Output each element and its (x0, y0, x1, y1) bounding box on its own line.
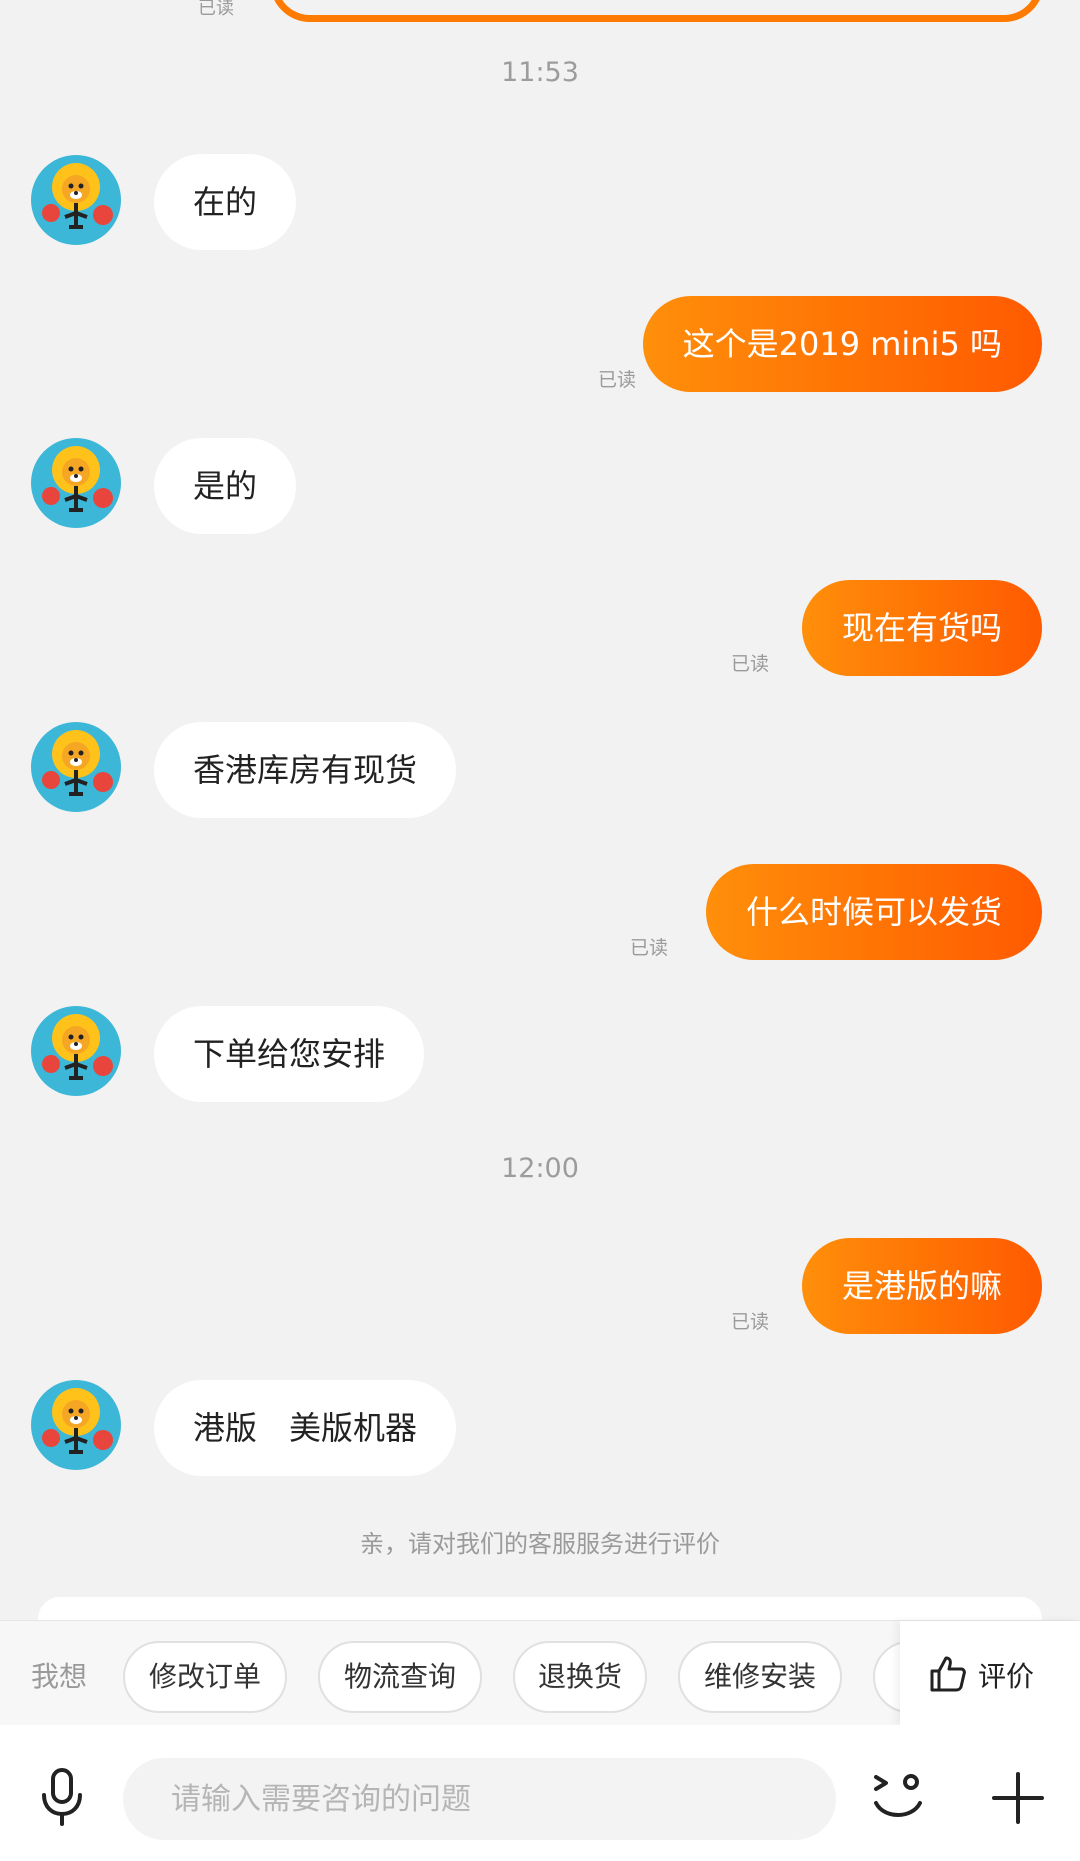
lion-mascot-avatar-icon (42, 163, 113, 229)
agent-avatar[interactable] (31, 1380, 121, 1470)
rate-label: 评价 (978, 1660, 1035, 1693)
lion-mascot-avatar-icon (42, 446, 113, 512)
timestamp: 12:00 (501, 1153, 579, 1184)
input-bar (0, 1725, 1080, 1861)
read-receipt: 已读 (731, 1311, 770, 1333)
chip-modify-order[interactable]: 修改订单 (123, 1641, 287, 1713)
emoji-face-icon[interactable] (870, 1769, 926, 1825)
user-message: 这个是2019 mini5 吗 (642, 296, 1042, 392)
thumbs-up-icon (930, 1656, 966, 1692)
agent-message: 下单给您安排 (154, 1006, 425, 1102)
agent-avatar[interactable] (31, 438, 121, 528)
agent-avatar[interactable] (31, 1006, 121, 1096)
read-receipt: 已读 (731, 653, 770, 675)
lion-mascot-avatar-icon (42, 1014, 113, 1080)
quick-actions-bar: 我想 修改订单 物流查询 退换货 维修安装 查 评价 (0, 1620, 1080, 1726)
agent-message: 是的 (154, 438, 297, 534)
chip-more[interactable]: 查 (873, 1641, 900, 1713)
previous-message-card (270, 0, 1044, 22)
agent-avatar[interactable] (31, 155, 121, 245)
agent-message: 在的 (154, 154, 297, 250)
user-message: 是港版的嘛 (801, 1238, 1042, 1334)
timestamp: 11:53 (501, 57, 579, 88)
agent-message: 港版 美版机器 (154, 1380, 457, 1476)
chip-logistics[interactable]: 物流查询 (318, 1641, 482, 1713)
user-message: 什么时候可以发货 (705, 864, 1042, 960)
rating-card[interactable] (38, 1597, 1042, 1620)
agent-message: 香港库房有现货 (154, 722, 457, 818)
chip-repair[interactable]: 维修安装 (678, 1641, 842, 1713)
chip-returns[interactable]: 退换货 (513, 1641, 647, 1713)
read-receipt: 已读 (598, 369, 637, 391)
agent-avatar[interactable] (31, 722, 121, 812)
message-input[interactable] (123, 1758, 836, 1840)
quick-actions-label: 我想 (31, 1660, 88, 1693)
read-receipt: 已读 (630, 937, 669, 959)
rate-button[interactable]: 评价 (900, 1621, 1080, 1726)
microphone-icon[interactable] (38, 1767, 86, 1827)
user-message: 现在有货吗 (801, 580, 1042, 676)
chat-scroll-area[interactable]: 已读 11:53 在的 这个是2019 mini5 吗 已读 是的 现在有货吗 … (0, 0, 1080, 1620)
lion-mascot-avatar-icon (42, 1388, 113, 1454)
quick-chips[interactable]: 修改订单 物流查询 退换货 维修安装 查 (123, 1641, 900, 1713)
plus-icon[interactable] (992, 1772, 1044, 1824)
rating-prompt: 亲，请对我们的客服服务进行评价 (360, 1530, 720, 1558)
read-receipt: 已读 (198, 0, 234, 19)
lion-mascot-avatar-icon (42, 730, 113, 796)
